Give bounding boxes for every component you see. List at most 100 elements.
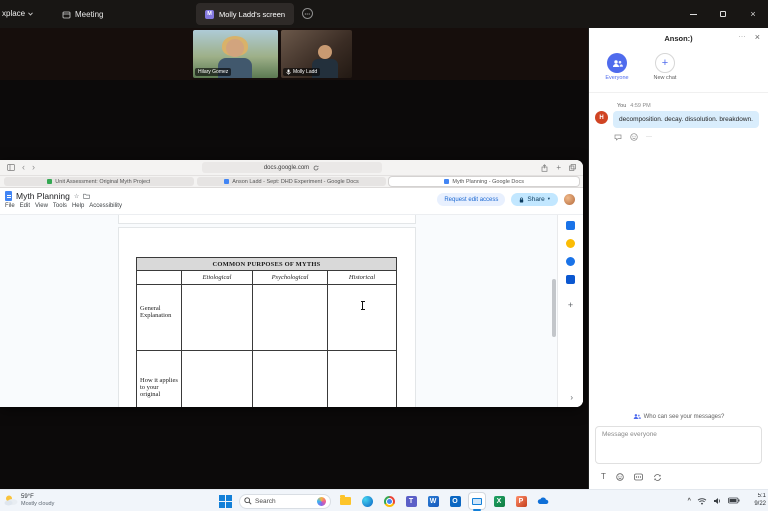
volume-icon[interactable] xyxy=(713,497,722,505)
loop-icon[interactable] xyxy=(653,473,662,481)
move-folder-icon[interactable] xyxy=(83,193,91,199)
reply-icon[interactable] xyxy=(614,134,622,141)
table-cell[interactable] xyxy=(252,284,328,351)
table-cell[interactable] xyxy=(327,284,397,351)
menu-tools[interactable]: Tools xyxy=(53,203,67,209)
table-col-psychological[interactable]: Psychological xyxy=(252,270,328,285)
table-row-label[interactable]: General Explanation xyxy=(136,284,182,351)
chat-close-icon[interactable]: × xyxy=(755,32,760,42)
forward-icon[interactable]: › xyxy=(32,163,35,172)
browser-tab-1[interactable]: Unit Assessment: Original Myth Project xyxy=(4,177,194,186)
calendar-icon[interactable] xyxy=(566,221,575,230)
table-corner-cell[interactable] xyxy=(136,270,182,285)
close-icon: × xyxy=(750,9,756,19)
tab-overview-icon[interactable] xyxy=(569,164,576,171)
taskbar-app-teams[interactable]: T xyxy=(403,493,419,509)
sidebar-toggle-icon[interactable] xyxy=(7,164,15,171)
emoji-reaction-icon[interactable] xyxy=(630,133,638,142)
table-row-label[interactable]: How it applies to your original xyxy=(136,350,182,407)
tab-shared-screen[interactable]: M Molly Ladd's screen xyxy=(196,3,295,25)
tray-expand-icon[interactable]: ^ xyxy=(687,498,691,504)
doc-favicon xyxy=(47,179,53,184)
channel-everyone[interactable]: Everyone xyxy=(599,53,635,92)
table-cell[interactable] xyxy=(181,350,253,407)
add-addon-icon[interactable]: + xyxy=(568,301,573,310)
document-page[interactable]: COMMON PURPOSES OF MYTHS Etiological Psy… xyxy=(118,227,416,407)
menu-edit[interactable]: Edit xyxy=(20,203,30,209)
browser-tab-2[interactable]: Anson Ladd - Sept: DHD Experiment - Goog… xyxy=(196,177,387,186)
account-avatar[interactable] xyxy=(564,194,575,205)
participant-video-molly[interactable]: Molly Ladd xyxy=(281,30,352,78)
gif-icon[interactable] xyxy=(633,473,643,481)
emoji-icon[interactable] xyxy=(616,473,624,481)
message-input[interactable] xyxy=(602,431,755,459)
address-bar[interactable]: docs.google.com xyxy=(201,162,382,173)
minimize-button[interactable] xyxy=(678,0,708,28)
hide-side-panel-icon[interactable]: › xyxy=(570,393,573,402)
tab-meeting[interactable]: Meeting xyxy=(62,0,103,28)
edge-icon xyxy=(361,495,373,507)
chat-scroll-area[interactable] xyxy=(589,141,768,413)
taskbar-app-outlook[interactable]: O xyxy=(447,493,463,509)
contacts-icon[interactable] xyxy=(566,275,575,284)
share-button[interactable]: Share ▾ xyxy=(511,193,558,206)
taskbar-app-file-explorer[interactable] xyxy=(337,493,353,509)
format-icon[interactable]: T xyxy=(601,473,606,481)
browser-tab-title: Unit Assessment: Original Myth Project xyxy=(55,178,151,185)
workspace-menu[interactable]: xplace xyxy=(2,9,33,18)
maximize-button[interactable] xyxy=(708,0,738,28)
table-cell[interactable] xyxy=(181,284,253,351)
back-icon[interactable]: ‹ xyxy=(22,163,25,172)
doc-title[interactable]: Myth Planning xyxy=(16,191,70,201)
taskbar-app-excel[interactable]: X xyxy=(491,493,507,509)
participant-video-hilary[interactable]: Hilary Gomez xyxy=(193,30,278,78)
scrollbar[interactable] xyxy=(552,279,556,337)
minimize-icon xyxy=(689,13,697,15)
maximize-icon xyxy=(720,11,726,17)
taskbar-app-edge[interactable] xyxy=(359,493,375,509)
table-col-historical[interactable]: Historical xyxy=(327,270,397,285)
table-col-etiological[interactable]: Etiological xyxy=(181,270,253,285)
message-more-icon[interactable]: ··· xyxy=(646,134,652,140)
clock-date: 9/22 xyxy=(754,500,766,507)
meeting-icon xyxy=(62,11,71,18)
privacy-note[interactable]: Who can see your messages? xyxy=(589,413,768,420)
new-tab-icon[interactable]: + xyxy=(556,163,561,172)
close-button[interactable]: × xyxy=(738,0,768,28)
app-titlebar: xplace Meeting M Molly Ladd's screen •••… xyxy=(0,0,768,28)
request-edit-access-button[interactable]: Request edit access xyxy=(437,193,506,206)
video-feed xyxy=(226,39,244,57)
start-button[interactable] xyxy=(217,493,233,509)
compose-toolbar: T xyxy=(601,473,768,481)
tab-options-icon[interactable]: ••• xyxy=(302,8,313,19)
chevron-down-icon: ▾ xyxy=(547,197,550,202)
taskbar-app-word[interactable]: W xyxy=(425,493,441,509)
wifi-icon[interactable] xyxy=(697,497,707,505)
taskbar-weather-widget[interactable]: 59°F Mostly cloudy xyxy=(4,494,54,507)
new-chat-button[interactable]: + New chat xyxy=(647,53,683,92)
menu-file[interactable]: File xyxy=(5,203,15,209)
tasks-icon[interactable] xyxy=(566,257,575,266)
menu-view[interactable]: View xyxy=(35,203,48,209)
message-time: 4:59 PM xyxy=(630,103,651,109)
participant-name-tag: Molly Ladd xyxy=(283,68,321,76)
taskbar-app-onedrive[interactable] xyxy=(535,493,551,509)
taskbar-app-powerpoint[interactable]: P xyxy=(513,493,529,509)
star-icon[interactable]: ☆ xyxy=(74,193,79,200)
taskbar-app-chrome[interactable] xyxy=(381,493,397,509)
menu-help[interactable]: Help xyxy=(72,203,84,209)
docs-header: Myth Planning ☆ File Edit View Tools Hel… xyxy=(0,188,583,214)
taskbar-app-meeting-active[interactable] xyxy=(469,493,485,511)
share-page-icon[interactable] xyxy=(541,163,548,172)
taskbar-clock[interactable]: 5:1 9/22 xyxy=(746,493,766,509)
taskbar-search[interactable]: Search xyxy=(239,493,331,509)
reload-icon[interactable] xyxy=(313,165,319,171)
table-title-cell[interactable]: COMMON PURPOSES OF MYTHS xyxy=(136,257,397,271)
chat-more-icon[interactable]: ··· xyxy=(739,34,747,40)
menu-accessibility[interactable]: Accessibility xyxy=(89,203,122,209)
battery-icon[interactable] xyxy=(728,497,740,504)
keep-icon[interactable] xyxy=(566,239,575,248)
table-cell[interactable] xyxy=(252,350,328,407)
table-cell[interactable] xyxy=(327,350,397,407)
browser-tab-3-active[interactable]: Myth Planning - Google Docs xyxy=(389,177,580,186)
